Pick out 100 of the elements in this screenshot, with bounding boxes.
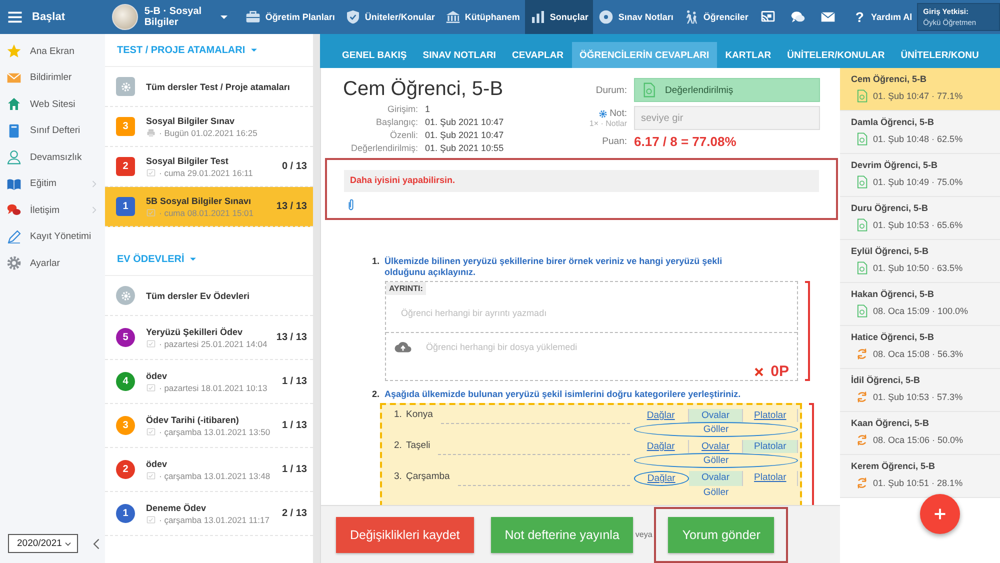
score-label: Puan: (601, 136, 627, 147)
document-icon (855, 304, 869, 318)
row-number: 2. (394, 440, 403, 451)
answer-option: Platolar (743, 471, 798, 486)
sidebar-item[interactable]: Eğitim (0, 170, 105, 197)
student-item[interactable]: Damla Öğrenci, 5-B 01. Şub 10:48 · 62.5% (840, 111, 1000, 154)
question-number: 1. (372, 256, 380, 268)
sidebar-item[interactable]: Web Sitesi (0, 91, 105, 118)
submission-count: 1 / 13 (282, 420, 307, 431)
assignment-item[interactable]: 3 Ödev Tarihi (-itibaren) · çarşamba 13.01.2021 13:50 1 / 13 (105, 404, 313, 448)
info-value: 01. Şub 2021 10:47 (425, 129, 504, 142)
year-select[interactable]: 2020/2021 (8, 534, 78, 553)
student-item[interactable]: Duru Öğrenci, 5-B 01. Şub 10:53 · 65.6% (840, 197, 1000, 240)
student-name: Cem Öğrenci, 5-B (851, 74, 928, 84)
student-item[interactable]: Kaan Öğrenci, 5-B 08. Oca 15:06 · 50.0% (840, 412, 1000, 455)
refresh-icon (855, 390, 869, 404)
number-badge: 3 (116, 117, 135, 136)
status-label: Durum: (594, 84, 627, 96)
student-result: 01. Şub 10:53 · 65.6% (873, 220, 963, 230)
assignment-item[interactable]: 3 Sosyal Bilgiler Sınav · Bugün 01.02.2021 16:25 (105, 107, 313, 147)
student-result: 01. Şub 10:53 · 57.3% (873, 392, 963, 402)
student-item[interactable]: Devrim Öğrenci, 5-B 01. Şub 10:49 · 75.0% (840, 154, 1000, 197)
nav-item[interactable]: Üniteler/Konular (340, 0, 440, 34)
shield-icon (344, 9, 361, 25)
row-number: 1. (394, 409, 403, 420)
submission-count: 1 / 13 (282, 464, 307, 475)
student-item[interactable]: Eylül Öğrenci, 5-B 01. Şub 10:50 · 63.5% (840, 240, 1000, 283)
nav-item[interactable]: Öğrenciler (678, 0, 754, 34)
student-result: 01. Şub 10:48 · 62.5% (873, 134, 963, 144)
class-selector[interactable]: 5-B · Sosyal Bilgiler (108, 0, 240, 34)
sidebar-item[interactable]: Ana Ekran (0, 38, 105, 64)
nav-item[interactable]: Öğretim Planları (240, 0, 340, 34)
chat-icon (790, 9, 806, 25)
help-button[interactable]: ? Yardım Al (843, 0, 918, 34)
assignment-item[interactable]: 5 Yeryüzü Şekilleri Ödev · pazartesi 25.01.2021 14:04 13 / 13 (105, 316, 313, 360)
student-name: Devrim Öğrenci, 5-B (851, 160, 939, 170)
student-item[interactable]: İdil Öğrenci, 5-B 01. Şub 10:53 · 57.3% (840, 369, 1000, 412)
number-badge: 4 (116, 372, 135, 391)
save-button[interactable]: Değişiklikleri kaydet (336, 516, 474, 552)
assignment-title: Yeryüzü Şekilleri Ödev (146, 326, 244, 336)
nav-item[interactable]: Kütüphanem (440, 0, 525, 34)
assignment-item[interactable]: Tüm dersler Test / Proje atamaları (105, 67, 313, 107)
nav-item[interactable]: Sınav Notları (593, 0, 678, 34)
or-text: veya (635, 530, 652, 539)
sidebar-item[interactable]: İletişim (0, 197, 105, 224)
question-text: Ülkemizde bilinen yeryüzü şekillerine birer örnek veriniz ve hangi yeryüzü şekli olduğunu açıklayınız. (384, 256, 724, 278)
pen-icon (6, 228, 22, 245)
assignment-title: Sosyal Bilgiler Sınav (146, 116, 236, 126)
assignment-item[interactable]: Tüm dersler Ev Ödevleri (105, 276, 313, 316)
answer-option: Platolar (743, 409, 798, 422)
student-name: Kaan Öğrenci, 5-B (851, 418, 930, 428)
row-term: Konya (406, 409, 433, 420)
number-badge: 2 (116, 157, 135, 176)
student-name: Cem Öğrenci, 5-B (343, 78, 504, 101)
number-badge: 3 (116, 416, 135, 435)
document-icon (855, 132, 869, 146)
add-button[interactable] (920, 494, 960, 534)
grade-input[interactable]: seviye gir (634, 106, 820, 130)
nav-item[interactable]: Sonuçlar (524, 0, 594, 34)
assignment-item[interactable]: 2 ödev · çarşamba 13.01.2021 13:48 1 / 13 (105, 448, 313, 492)
submission-count: 13 / 13 (276, 201, 307, 212)
assignment-title: Ödev Tarihi (-itibaren) (146, 414, 240, 424)
student-name: Hakan Öğrenci, 5-B (851, 289, 936, 299)
gear-icon (6, 255, 22, 272)
sidebar-item[interactable]: Devamsızlık (0, 144, 105, 170)
answer-option: Ovalar (688, 471, 744, 486)
sidebar-item[interactable]: Sınıf Defteri (0, 118, 105, 144)
disc-icon (598, 9, 614, 25)
info-label: Özenli: (388, 129, 418, 142)
info-label: Girişim: (386, 103, 418, 116)
house-icon (6, 96, 22, 112)
student-item[interactable]: Hakan Öğrenci, 5-B 08. Oca 15:09 · 100.0% (840, 283, 1000, 326)
sidebar-item[interactable]: Kayıt Yönetimi (0, 224, 105, 250)
row-number: 3. (394, 471, 403, 482)
info-value: 01. Şub 2021 10:47 (425, 116, 504, 129)
detail-text: Öğrenci herhangi bir ayrıntı yazmadı (386, 295, 797, 333)
assignment-title: ödev (146, 458, 168, 468)
question-score: 0P (770, 363, 789, 380)
assignment-item[interactable]: 4 ödev · pazartesi 18.01.2021 10:13 1 / 13 (105, 360, 313, 404)
student-name: Damla Öğrenci, 5-B (851, 117, 936, 127)
student-result: 08. Oca 15:08 · 56.3% (873, 349, 964, 359)
student-result: 08. Oca 15:09 · 100.0% (873, 306, 968, 316)
checkbox-icon (146, 208, 156, 218)
submission-count: 13 / 13 (276, 332, 307, 343)
upload-text: Öğrenci herhangi bir dosya yüklemedi (426, 342, 578, 352)
menu-button[interactable]: Başlat (0, 0, 108, 34)
assignment-item[interactable]: 1 Deneme Ödev · çarşamba 13.01.2021 11:17 2 / 13 (105, 492, 313, 536)
person-icon (6, 149, 22, 166)
class-avatar (112, 4, 138, 30)
answer-option: Göller (634, 486, 798, 499)
student-item[interactable]: Hatice Öğrenci, 5-B 08. Oca 15:08 · 56.3% (840, 326, 1000, 369)
row-term: Taşeli (406, 440, 430, 451)
comment-field[interactable]: Daha iyisini yapabilirsin. (344, 170, 819, 192)
assignment-item[interactable]: 1 5B Sosyal Bilgiler Sınavı · cuma 08.01.2021 15:01 13 / 13 (105, 187, 313, 227)
answer-option: Göller (634, 453, 798, 468)
sidebar-item[interactable]: Bildirimler (0, 64, 105, 91)
submission-count: 1 / 13 (282, 376, 307, 387)
sidebar-item[interactable]: Ayarlar (0, 250, 105, 276)
student-item[interactable]: Cem Öğrenci, 5-B 01. Şub 10:47 · 77.1% (840, 68, 1000, 111)
answer-option: Göller (634, 422, 798, 437)
